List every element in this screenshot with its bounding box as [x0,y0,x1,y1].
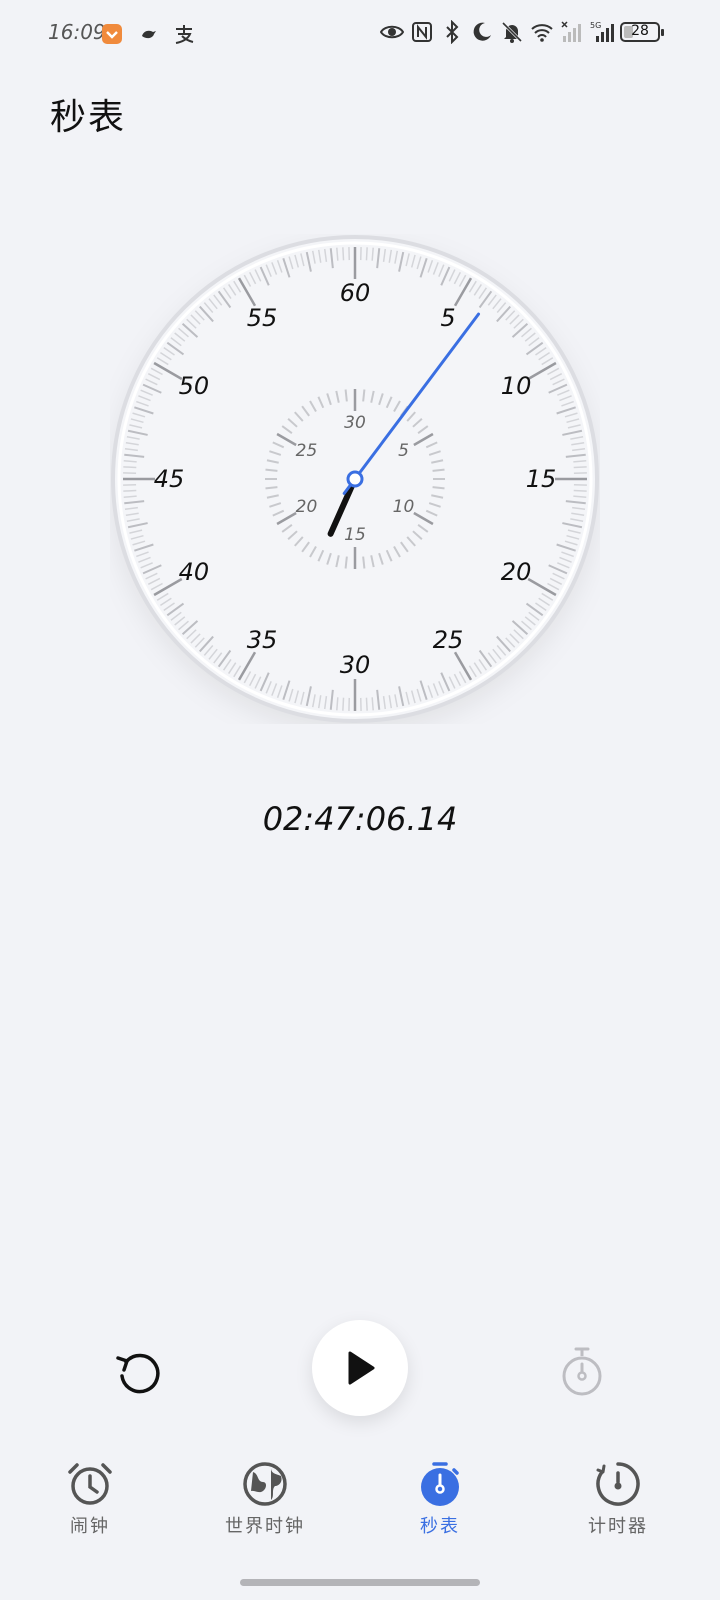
page-title: 秒表 [50,97,127,138]
stopwatch-dial: 60 5 10 15 20 25 30 35 40 45 50 55 30 5 10 15 20 25 [110,234,600,724]
clock-app-screen: 16:09 5G 28 秒表 60 5 10 15 20 25 30 35 40… [0,0,720,1600]
outer-label: 35 [247,626,278,654]
outer-label: 10 [501,372,532,400]
bottom-navigation: 闹钟 世界时钟 秒表 计时器 [0,1460,720,1560]
outer-tick [573,495,587,498]
inner-label: 5 [398,441,409,461]
inner-label: 15 [344,525,366,545]
status-time: 16:09 [48,20,106,44]
outer-tick [365,247,368,261]
inner-tick [265,486,278,490]
inner-label: 10 [393,497,415,517]
outer-label: 20 [501,558,532,586]
bluetooth-icon [446,20,459,44]
outer-tick [573,466,587,469]
reset-icon [116,1353,160,1394]
play-icon [348,1351,375,1385]
outer-tick [342,247,345,261]
outer-tick [123,466,137,469]
hand-pivot [346,470,364,488]
outer-label: 45 [154,465,185,493]
inner-tick [432,486,445,490]
signal-5g-icon: 5G [590,21,614,42]
home-indicator[interactable] [240,1579,480,1586]
nav-item-stopwatch[interactable]: 秒表 [350,1460,530,1550]
outer-label: 25 [433,626,464,654]
app-notification-icon [102,24,122,44]
nav-item-world-clock[interactable]: 世界时钟 [175,1460,355,1550]
nav-label-timer: 计时器 [588,1516,648,1537]
outer-label: 50 [179,372,210,400]
outer-tick [365,697,368,711]
svg-text:5G: 5G [590,21,601,30]
nav-label-world-clock: 世界时钟 [225,1516,305,1537]
outer-tick [123,460,137,463]
stopwatch-dial-face: 60 5 10 15 20 25 30 35 40 45 50 55 30 5 10 15 20 25 [111,235,599,723]
inner-label: 30 [344,413,366,433]
inner-tick [344,556,348,569]
elapsed-time: 02:47:06.14 [262,800,458,838]
nav-label-stopwatch: 秒表 [420,1516,460,1537]
status-bar: 16:09 5G 28 [0,0,720,70]
outer-tick [336,697,339,711]
outer-tick [573,460,587,463]
outer-tick [123,495,137,498]
stopwatch-icon [421,1462,459,1506]
alipay-icon [175,25,194,44]
wifi-icon [531,24,553,42]
bell-off-icon [501,21,523,43]
outer-label: 5 [440,304,455,332]
outer-label: 55 [247,304,278,332]
outer-label: 40 [179,558,210,586]
battery-percent: 28 [631,23,649,39]
timer-icon [596,1462,640,1506]
signal-icon [561,21,581,42]
inner-label: 20 [296,497,318,517]
outer-tick [336,247,339,261]
inner-tick [265,468,278,472]
outer-label: 60 [340,279,371,307]
inner-tick [344,389,348,402]
bird-icon [142,30,156,39]
inner-tick [432,468,445,472]
eye-icon [380,25,404,39]
nfc-icon [412,22,432,42]
nav-label-alarm: 闹钟 [70,1516,110,1537]
inner-label: 25 [296,441,318,461]
nav-item-alarm[interactable]: 闹钟 [0,1460,180,1550]
outer-label: 15 [526,465,557,493]
outer-label: 30 [340,651,371,679]
outer-tick [342,697,345,711]
inner-tick [362,389,366,402]
alarm-clock-icon [68,1463,112,1505]
globe-icon [243,1462,287,1506]
outer-tick [371,697,374,711]
battery-indicator: 28 [620,22,664,42]
outer-tick [371,247,374,261]
moon-icon [473,22,491,41]
nav-item-timer[interactable]: 计时器 [528,1460,708,1550]
inner-tick [362,556,366,569]
outer-tick [573,489,587,492]
lap-button[interactable] [558,1346,606,1398]
stopwatch-lap-icon [562,1347,602,1396]
outer-tick [123,489,137,492]
reset-button[interactable] [112,1344,168,1400]
play-button[interactable] [312,1320,408,1416]
